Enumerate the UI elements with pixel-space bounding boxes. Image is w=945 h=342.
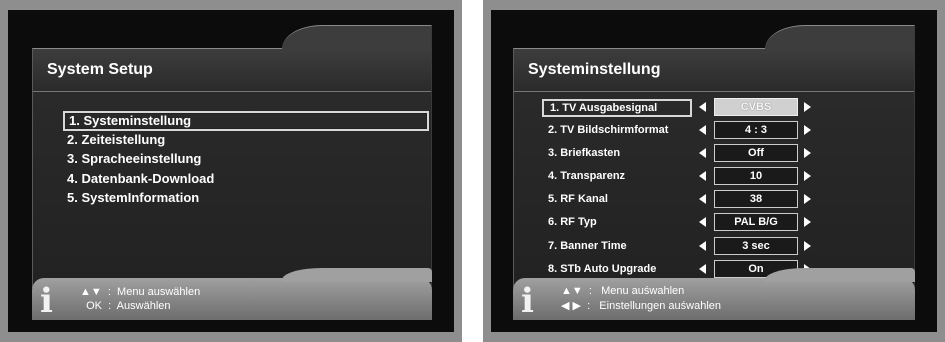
setting-label: 5. RF Kanal xyxy=(548,193,608,206)
setting-label: 6. RF Typ xyxy=(548,216,597,229)
setting-row-briefkasten[interactable]: 3. Briefkasten Off xyxy=(542,144,882,167)
setting-row-transparenz[interactable]: 4. Transparenz 10 xyxy=(542,167,882,190)
setting-label: 4. Transparenz xyxy=(548,170,626,183)
help-footer: i ▲▼ : Menu auswählen OK : Auswählen xyxy=(32,268,432,321)
setting-label: 3. Briefkasten xyxy=(548,147,621,160)
menu-item-datenbank-download[interactable]: 4. Datenbank-Download xyxy=(63,170,429,190)
info-icon: i xyxy=(40,281,53,321)
setting-row-rf-typ[interactable]: 6. RF Typ PAL B/G xyxy=(542,213,882,236)
setting-label: 2. TV Bildschirmformat xyxy=(548,124,669,137)
setting-value[interactable]: 3 sec xyxy=(714,236,798,255)
help-line-navigate: ▲▼ : Menu auśwahlen xyxy=(561,285,685,297)
setting-label: 8. STb Auto Upgrade xyxy=(548,262,657,275)
info-icon: i xyxy=(521,281,534,321)
menu-item-spracheeinstellung[interactable]: 3. Spracheeinstellung xyxy=(63,150,429,170)
setting-value[interactable]: 4 : 3 xyxy=(714,121,798,140)
help-line-adjust: ◀ ▶ : Einstellungen auśwahlen xyxy=(561,300,722,312)
panel-tab xyxy=(282,25,432,50)
arrow-left-icon[interactable] xyxy=(699,217,706,228)
arrow-right-icon[interactable] xyxy=(804,240,811,251)
arrow-left-icon[interactable] xyxy=(699,125,706,136)
arrow-right-icon[interactable] xyxy=(804,171,811,182)
system-setup-screen: System Setup 1. Systeminstellung 2. Zeit… xyxy=(0,0,462,342)
menu-item-systeminstellung[interactable]: 1. Systeminstellung xyxy=(63,111,429,131)
title-divider xyxy=(33,91,431,92)
arrow-right-icon[interactable] xyxy=(804,194,811,205)
arrow-right-icon[interactable] xyxy=(804,148,811,159)
setting-row-rf-kanal[interactable]: 5. RF Kanal 38 xyxy=(542,190,882,213)
arrow-left-icon[interactable] xyxy=(699,194,706,205)
settings-panel: Systeminstellung 1. TV Ausgabesignal CVB… xyxy=(513,25,915,288)
menu-panel: System Setup 1. Systeminstellung 2. Zeit… xyxy=(32,25,432,288)
arrow-right-icon[interactable] xyxy=(804,102,811,112)
footer-tab xyxy=(282,268,432,282)
help-footer: i ▲▼ : Menu auśwahlen ◀ ▶ : Einstellunge… xyxy=(513,268,915,321)
settings-list: 1. TV Ausgabesignal CVBS 2. TV Bildschir… xyxy=(542,98,882,283)
arrow-left-icon[interactable] xyxy=(699,240,706,251)
help-line-select: OK : Auswählen xyxy=(80,300,171,312)
arrow-left-icon[interactable] xyxy=(699,102,706,112)
help-line-navigate: ▲▼ : Menu auswählen xyxy=(80,286,201,298)
systeminstellung-screen: Systeminstellung 1. TV Ausgabesignal CVB… xyxy=(483,0,945,342)
panel-title: Systeminstellung xyxy=(528,61,661,78)
arrow-right-icon[interactable] xyxy=(804,125,811,136)
setting-row-banner-time[interactable]: 7. Banner Time 3 sec xyxy=(542,236,882,260)
arrow-left-icon[interactable] xyxy=(699,263,706,274)
setting-label: 7. Banner Time xyxy=(548,239,627,252)
setting-row-tv-ausgabesignal[interactable]: 1. TV Ausgabesignal CVBS xyxy=(542,98,882,121)
screen-background: System Setup 1. Systeminstellung 2. Zeit… xyxy=(8,10,454,332)
setting-value[interactable]: PAL B/G xyxy=(714,213,798,232)
arrow-right-icon[interactable] xyxy=(804,217,811,228)
arrow-left-icon[interactable] xyxy=(699,171,706,182)
menu-item-systeminformation[interactable]: 5. SystemInformation xyxy=(63,189,429,209)
arrow-left-icon[interactable] xyxy=(699,148,706,159)
setting-value[interactable]: CVBS xyxy=(714,98,798,116)
screen-background: Systeminstellung 1. TV Ausgabesignal CVB… xyxy=(491,10,937,332)
panel-title: System Setup xyxy=(47,61,153,78)
panel-tab xyxy=(765,25,915,50)
setup-menu: 1. Systeminstellung 2. Zeiteistellung 3.… xyxy=(63,111,429,209)
setting-value[interactable]: 38 xyxy=(714,190,798,209)
setting-label: 1. TV Ausgabesignal xyxy=(542,99,692,117)
footer-tab xyxy=(765,268,915,282)
setting-value[interactable]: 10 xyxy=(714,167,798,186)
setting-row-tv-bildschirmformat[interactable]: 2. TV Bildschirmformat 4 : 3 xyxy=(542,121,882,144)
title-divider xyxy=(514,91,914,92)
setting-value[interactable]: Off xyxy=(714,144,798,163)
menu-item-zeiteistellung[interactable]: 2. Zeiteistellung xyxy=(63,131,429,151)
